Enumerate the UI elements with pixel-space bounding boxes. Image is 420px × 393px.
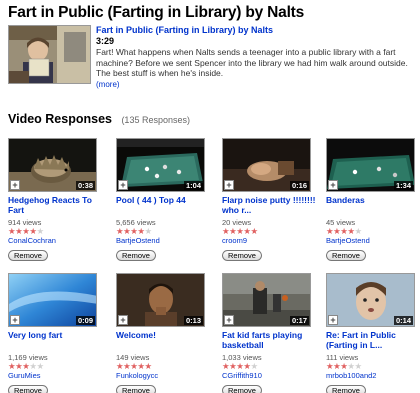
video-duration: 0:17: [289, 316, 309, 325]
response-card: + 0:13 Welcome! 149 views ★★★★★ Funkolog…: [116, 273, 211, 393]
response-card: + 1:04 Pool ( 44 ) Top 44 5,656 views ★★…: [116, 138, 211, 263]
response-card: + 0:38 Hedgehog Reacts To Fart 914 views…: [8, 138, 103, 263]
remove-button[interactable]: Remove: [116, 385, 156, 393]
star-empty-icon: ★: [250, 361, 259, 371]
uploader-link[interactable]: ConalCochran: [8, 236, 103, 245]
star-empty-icon: ★: [144, 226, 153, 236]
response-card: + 0:09 Very long fart 1,169 views ★★★★★ …: [8, 273, 103, 393]
star-filled-icon: ★: [29, 226, 37, 236]
star-filled-icon: ★: [347, 226, 355, 236]
add-to-playlist-icon[interactable]: +: [118, 315, 128, 325]
video-duration: 0:14: [393, 316, 413, 325]
rating-stars: ★★★★★: [222, 227, 317, 236]
uploader-link[interactable]: BartjeOstend: [116, 236, 211, 245]
response-title-link[interactable]: Pool ( 44 ) Top 44: [116, 195, 211, 216]
response-title-link[interactable]: Hedgehog Reacts To Fart: [8, 195, 103, 216]
star-empty-icon: ★: [347, 361, 355, 371]
add-to-playlist-icon[interactable]: +: [118, 180, 128, 190]
main-video-info: Fart in Public (Farting in Library) by N…: [96, 25, 414, 90]
response-title-link[interactable]: Flarp noise putty !!!!!!!! who r...: [222, 195, 317, 216]
main-video-thumbnail[interactable]: [8, 25, 91, 84]
video-duration: 1:34: [393, 181, 413, 190]
video-responses-header: Video Responses (135 Responses): [8, 110, 412, 128]
remove-button[interactable]: Remove: [326, 385, 366, 393]
star-empty-icon: ★: [29, 361, 37, 371]
uploader-link[interactable]: croom9: [222, 236, 317, 245]
video-duration: 0:09: [75, 316, 95, 325]
remove-button[interactable]: Remove: [8, 250, 48, 261]
main-video-title-link[interactable]: Fart in Public (Farting in Library) by N…: [96, 25, 414, 35]
rating-stars: ★★★★★: [8, 362, 103, 371]
rating-stars: ★★★★★: [326, 227, 420, 236]
star-filled-icon: ★: [243, 361, 251, 371]
star-filled-icon: ★: [137, 361, 145, 371]
add-to-playlist-icon[interactable]: +: [328, 180, 338, 190]
star-empty-icon: ★: [354, 361, 363, 371]
response-thumbnail[interactable]: + 0:16: [222, 138, 311, 192]
video-duration: 1:04: [183, 181, 203, 190]
uploader-link[interactable]: GuruMies: [8, 371, 103, 380]
section-title: Video Responses: [8, 112, 112, 126]
description-text: Fart! What happens when Nalts sends a te…: [96, 47, 408, 78]
rating-stars: ★★★★★: [116, 362, 211, 371]
response-title-link[interactable]: Banderas: [326, 195, 420, 216]
remove-button[interactable]: Remove: [8, 385, 48, 393]
response-thumbnail[interactable]: + 0:17: [222, 273, 311, 327]
response-title-link[interactable]: Welcome!: [116, 330, 211, 351]
more-link[interactable]: (more): [96, 80, 120, 89]
remove-button[interactable]: Remove: [326, 250, 366, 261]
remove-button[interactable]: Remove: [116, 250, 156, 261]
response-card: + 0:16 Flarp noise putty !!!!!!!! who r.…: [222, 138, 317, 263]
response-thumbnail[interactable]: + 0:38: [8, 138, 97, 192]
response-card: + 0:14 Re: Fart in Public (Farting in L.…: [326, 273, 420, 393]
star-filled-icon: ★: [137, 226, 145, 236]
page-title: Fart in Public (Farting in Library) by N…: [8, 4, 305, 21]
main-video-description: Fart! What happens when Nalts sends a te…: [96, 47, 414, 90]
remove-button[interactable]: Remove: [222, 250, 262, 261]
remove-button[interactable]: Remove: [222, 385, 262, 393]
response-thumbnail[interactable]: + 0:13: [116, 273, 205, 327]
rating-stars: ★★★★★: [116, 227, 211, 236]
add-to-playlist-icon[interactable]: +: [328, 315, 338, 325]
response-thumbnail[interactable]: + 1:04: [116, 138, 205, 192]
add-to-playlist-icon[interactable]: +: [224, 315, 234, 325]
response-card: + 0:17 Fat kid farts playing basketball …: [222, 273, 317, 393]
video-duration: 0:13: [183, 316, 203, 325]
response-title-link[interactable]: Re: Fart in Public (Farting in L...: [326, 330, 420, 351]
uploader-link[interactable]: CGriffith910: [222, 371, 317, 380]
response-count: (135 Responses): [121, 115, 190, 125]
response-thumbnail[interactable]: + 1:34: [326, 138, 415, 192]
video-duration: 0:16: [289, 181, 309, 190]
add-to-playlist-icon[interactable]: +: [10, 315, 20, 325]
video-duration: 0:38: [75, 181, 95, 190]
main-video-duration: 3:29: [96, 36, 115, 46]
uploader-link[interactable]: Funkologycc: [116, 371, 211, 380]
star-filled-icon: ★: [250, 226, 259, 236]
rating-stars: ★★★★★: [222, 362, 317, 371]
star-filled-icon: ★: [144, 361, 153, 371]
uploader-link[interactable]: mrbob100and2: [326, 371, 420, 380]
add-to-playlist-icon[interactable]: +: [224, 180, 234, 190]
response-thumbnail[interactable]: + 0:14: [326, 273, 415, 327]
uploader-link[interactable]: BartjeOstend: [326, 236, 420, 245]
response-card: + 1:34 Banderas 45 views ★★★★★ BartjeOst…: [326, 138, 420, 263]
add-to-playlist-icon[interactable]: +: [10, 180, 20, 190]
response-title-link[interactable]: Very long fart: [8, 330, 103, 351]
response-title-link[interactable]: Fat kid farts playing basketball: [222, 330, 317, 351]
star-empty-icon: ★: [36, 226, 45, 236]
rating-stars: ★★★★★: [326, 362, 420, 371]
star-filled-icon: ★: [243, 226, 251, 236]
star-empty-icon: ★: [36, 361, 45, 371]
rating-stars: ★★★★★: [8, 227, 103, 236]
star-empty-icon: ★: [354, 226, 363, 236]
response-thumbnail[interactable]: + 0:09: [8, 273, 97, 327]
